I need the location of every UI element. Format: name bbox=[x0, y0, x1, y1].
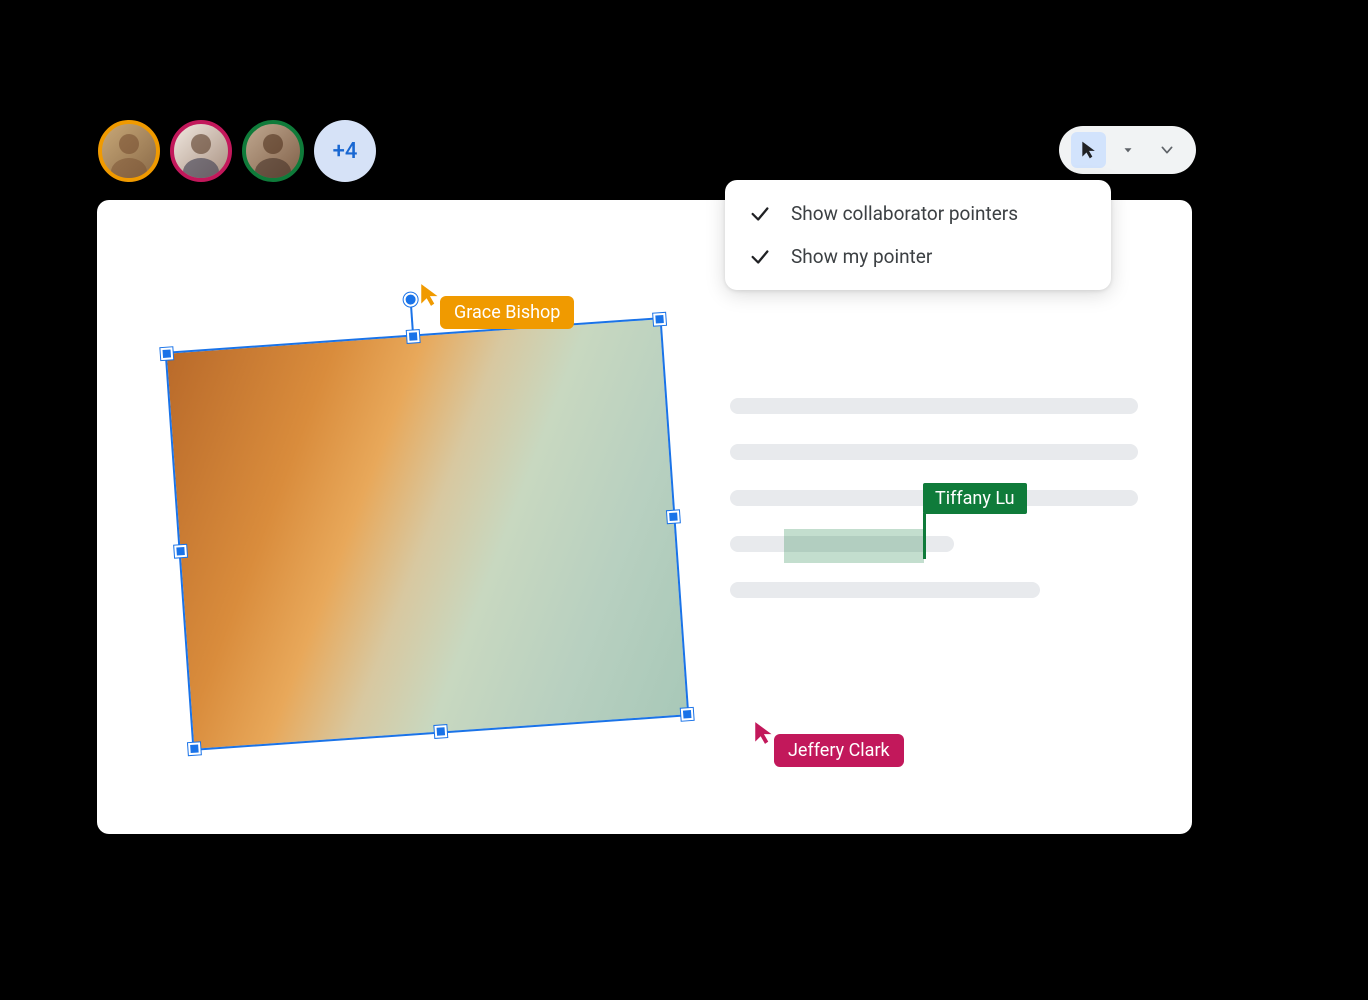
collaborator-avatar[interactable] bbox=[242, 120, 304, 182]
person-icon bbox=[102, 124, 156, 178]
collaborator-name-label: Jeffery Clark bbox=[774, 734, 904, 767]
rotate-handle[interactable] bbox=[403, 292, 418, 307]
resize-handle-bottom-left[interactable] bbox=[188, 742, 201, 755]
menu-item-label: Show my pointer bbox=[791, 245, 932, 268]
collaborator-caret-line bbox=[923, 513, 926, 559]
toolbar-overflow-button[interactable] bbox=[1149, 132, 1184, 168]
pointer-tool-dropdown[interactable] bbox=[1110, 132, 1145, 168]
collaborator-overflow-count[interactable]: +4 bbox=[314, 120, 376, 182]
collaborator-name-label: Tiffany Lu bbox=[923, 483, 1027, 514]
collaborator-name-label: Grace Bishop bbox=[440, 296, 574, 329]
person-icon bbox=[174, 124, 228, 178]
collaborator-avatar[interactable] bbox=[170, 120, 232, 182]
resize-handle-middle-left[interactable] bbox=[174, 545, 187, 558]
text-placeholder-line bbox=[730, 582, 1040, 598]
rotate-handle-stem bbox=[410, 306, 414, 330]
collaborator-caret-tiffany: Tiffany Lu bbox=[923, 483, 1027, 514]
person-icon bbox=[246, 124, 300, 178]
menu-item-label: Show collaborator pointers bbox=[791, 202, 1018, 225]
check-icon bbox=[749, 203, 771, 225]
collaborator-avatar-row: +4 bbox=[98, 120, 376, 182]
text-placeholder-line bbox=[730, 444, 1138, 460]
pointer-options-menu: Show collaborator pointers Show my point… bbox=[725, 180, 1111, 290]
chevron-down-icon bbox=[1159, 142, 1175, 158]
caret-down-icon bbox=[1121, 143, 1135, 157]
resize-handle-middle-right[interactable] bbox=[667, 510, 680, 523]
collaborator-pointer-grace: Grace Bishop bbox=[418, 282, 574, 329]
text-placeholder-line bbox=[730, 398, 1138, 414]
resize-handle-top-middle[interactable] bbox=[407, 330, 420, 343]
pointer-toolbar bbox=[1059, 126, 1196, 174]
check-icon bbox=[749, 246, 771, 268]
cursor-icon bbox=[1079, 140, 1099, 160]
collaborator-avatar[interactable] bbox=[98, 120, 160, 182]
resize-handle-top-right[interactable] bbox=[653, 313, 666, 326]
resize-handle-top-left[interactable] bbox=[160, 347, 173, 360]
menu-item-show-collab-pointers[interactable]: Show collaborator pointers bbox=[725, 192, 1111, 235]
menu-item-show-my-pointer[interactable]: Show my pointer bbox=[725, 235, 1111, 278]
collaborator-text-selection bbox=[784, 529, 924, 563]
collaborator-pointer-jeffery: Jeffery Clark bbox=[752, 720, 904, 767]
pointer-tool-button[interactable] bbox=[1071, 132, 1106, 168]
selected-image-container bbox=[172, 286, 684, 734]
resize-handle-bottom-middle[interactable] bbox=[434, 725, 447, 738]
resize-handle-bottom-right[interactable] bbox=[681, 708, 694, 721]
selected-image[interactable] bbox=[167, 319, 687, 748]
